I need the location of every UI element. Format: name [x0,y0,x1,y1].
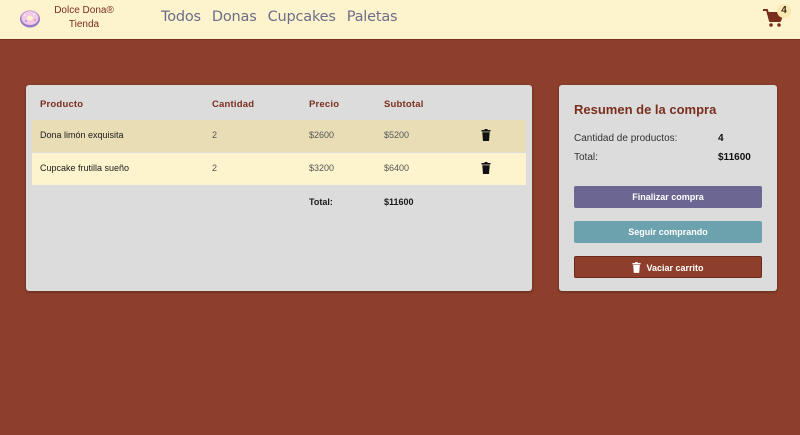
product-price: $2600 [309,130,335,140]
table-row: Dona limón exquisita 2 $2600 $5200 [32,120,526,152]
product-qty: 2 [212,163,218,173]
cart-table-panel: Producto Cantidad Precio Subtotal Dona l… [26,85,532,291]
product-subtotal: $5200 [384,130,410,140]
table-total-label: Total: [309,197,333,207]
order-summary-panel: Resumen de la compra Cantidad de product… [559,85,777,291]
navbar: Dolce Dona® Tienda Todos Donas Cupcakes … [0,0,800,40]
brand-name: Dolce Dona® [54,5,114,16]
finalize-purchase-button[interactable]: Finalizar compra [574,186,762,208]
nav-link-paletas[interactable]: Paletas [347,9,398,25]
summary-title: Resumen de la compra [574,102,717,117]
header-producto: Producto [40,99,84,110]
product-price: $3200 [309,163,335,173]
cart-count-badge: 4 [777,4,791,18]
header-cantidad: Cantidad [212,99,255,110]
header-precio: Precio [309,99,340,110]
empty-cart-label: Vaciar carrito [646,263,704,273]
summary-total-value: $11600 [718,152,751,163]
summary-total-label: Total: [574,152,598,163]
product-name: Cupcake frutilla sueño [40,163,130,173]
table-row: Cupcake frutilla sueño 2 $3200 $6400 [32,153,526,185]
continue-shopping-button[interactable]: Seguir comprando [574,221,762,243]
empty-cart-button[interactable]: Vaciar carrito [574,256,762,278]
trash-icon[interactable] [481,162,491,174]
brand[interactable]: Dolce Dona® Tienda [48,4,120,32]
brand-subtitle: Tienda [68,19,100,30]
product-subtotal: $6400 [384,163,410,173]
trash-icon [632,262,642,273]
header-subtotal: Subtotal [384,99,424,110]
nav-link-cupcakes[interactable]: Cupcakes [268,9,336,25]
nav-link-donas[interactable]: Donas [212,9,257,25]
nav-links: Todos Donas Cupcakes Paletas [161,9,408,25]
trash-icon[interactable] [481,129,491,141]
donut-logo-icon[interactable] [18,7,42,29]
nav-link-todos[interactable]: Todos [161,9,201,25]
table-total-value: $11600 [384,197,414,207]
summary-qty-label: Cantidad de productos: [574,133,678,144]
product-name: Dona limón exquisita [40,130,124,140]
product-qty: 2 [212,130,218,140]
summary-qty-value: 4 [718,133,724,144]
